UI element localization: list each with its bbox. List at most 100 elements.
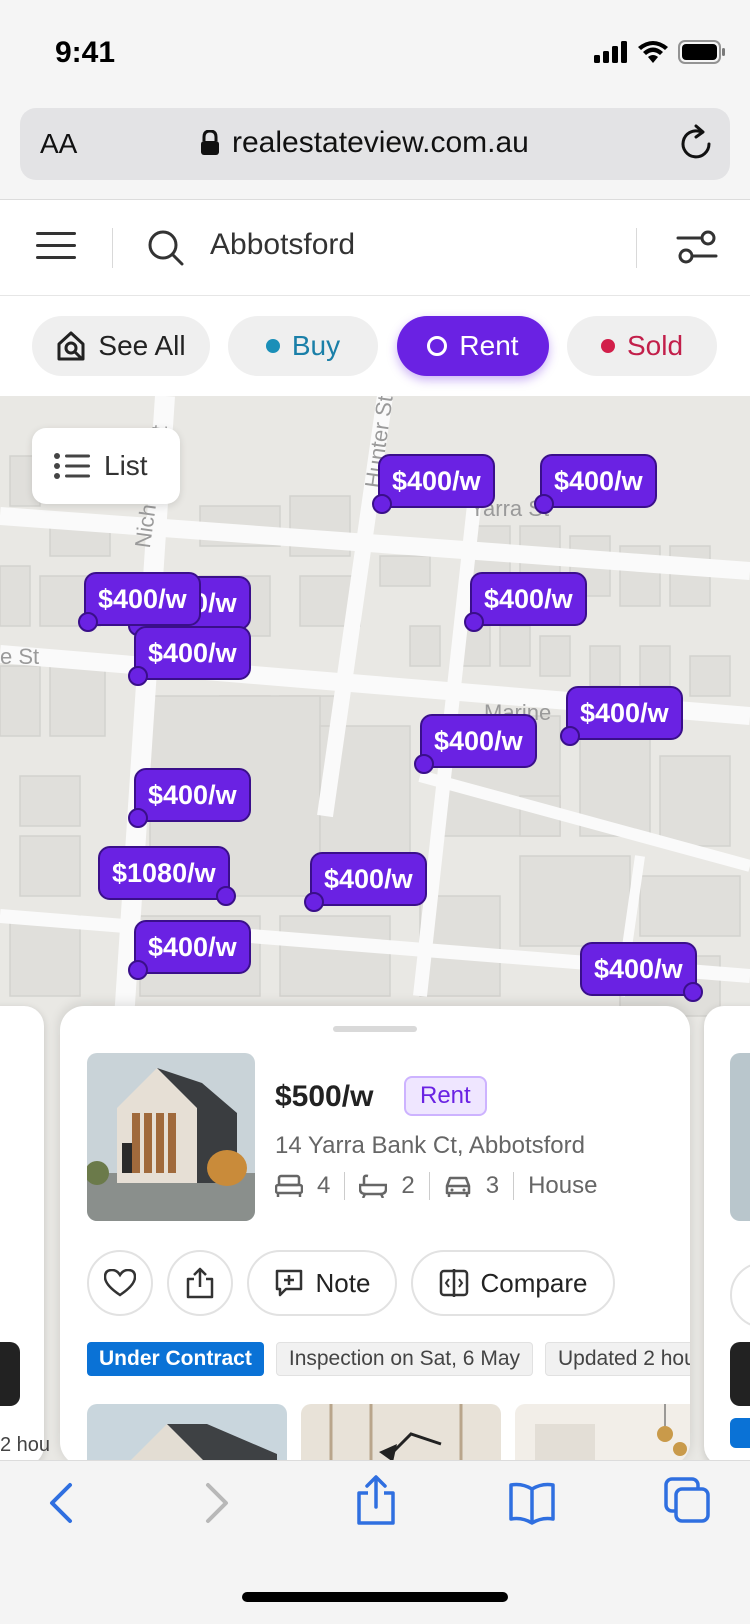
bath-icon (359, 1174, 388, 1198)
favorite-button[interactable] (87, 1250, 153, 1316)
sheet-grabber[interactable] (333, 1026, 417, 1032)
status-bar: 9:41 (0, 0, 750, 100)
listing-features: 4 2 3 House (275, 1172, 597, 1200)
listing-photo[interactable] (87, 1404, 287, 1466)
feature-separator (428, 1172, 430, 1200)
search-icon (148, 230, 184, 266)
buy-label: Buy (291, 330, 341, 361)
previous-listing-card[interactable]: 2 hou (0, 1006, 50, 1466)
listing-photo[interactable] (515, 1404, 690, 1466)
listing-photo-strip[interactable] (87, 1404, 690, 1466)
listing-card[interactable]: $500/w Rent 14 Yarra Bank Ct, Abbotsford… (60, 1006, 690, 1466)
price-pin[interactable]: $400/w (128, 768, 251, 828)
buy-dot (265, 339, 280, 353)
list-button-label: List (104, 450, 148, 481)
beds-count: 4 (317, 1172, 331, 1199)
listing-thumbnail[interactable] (87, 1053, 255, 1221)
price-pin[interactable]: $400/w (78, 572, 201, 632)
url-display[interactable]: realestateview.com.au (200, 126, 529, 160)
url-field[interactable]: AA realestateview.com.au (20, 108, 730, 180)
price-pin[interactable]: $400/w (560, 686, 683, 746)
signal-icon (594, 41, 627, 63)
next-card-badge (730, 1418, 750, 1448)
price-pin[interactable]: $400/w (128, 920, 251, 980)
sold-label: Sold (626, 330, 684, 361)
previous-card-text: 2 hou (0, 1434, 51, 1456)
see-all-chip[interactable]: See All (32, 316, 210, 376)
back-icon[interactable] (46, 1481, 76, 1525)
note-icon (275, 1269, 302, 1297)
price-pin[interactable]: $400/w (580, 942, 703, 1002)
bed-icon (275, 1174, 303, 1197)
rent-ring-icon (427, 336, 448, 356)
listing-type-badge: Rent (404, 1076, 487, 1116)
next-card-thumbnail (730, 1053, 750, 1221)
next-card-button (730, 1262, 750, 1328)
list-view-button[interactable]: List (32, 428, 180, 504)
price-pin[interactable]: $400/w (372, 454, 495, 514)
price-pin[interactable]: $400/w (128, 626, 251, 686)
next-card-tag (730, 1342, 750, 1406)
home-indicator (242, 1592, 508, 1602)
search-input[interactable]: Abbotsford (210, 228, 355, 262)
under-contract-tag: Under Contract (87, 1342, 264, 1376)
cars-count: 3 (485, 1172, 500, 1199)
buy-chip[interactable]: Buy (228, 316, 378, 376)
rent-label: Rent (459, 330, 519, 361)
browser-address-bar: AA realestateview.com.au (0, 100, 750, 200)
filter-icon[interactable] (676, 226, 718, 268)
bookmarks-icon[interactable] (508, 1481, 556, 1525)
tabs-icon[interactable] (664, 1477, 712, 1525)
previous-card-tag (0, 1342, 20, 1406)
heart-icon (104, 1269, 136, 1297)
status-icons (594, 40, 726, 64)
compare-icon (439, 1269, 468, 1297)
see-all-label: See All (98, 330, 186, 361)
note-label: Note (315, 1267, 371, 1298)
baths-count: 2 (401, 1172, 415, 1199)
forward-icon[interactable] (202, 1481, 232, 1525)
header-divider (112, 228, 113, 268)
rent-chip[interactable]: Rent (397, 316, 549, 376)
share-icon (186, 1267, 214, 1299)
list-icon (54, 453, 90, 479)
car-icon (445, 1176, 470, 1197)
share-button[interactable] (167, 1250, 233, 1316)
listing-mode-tabs: See All Buy Rent Sold (0, 296, 750, 396)
search-header: Abbotsford (0, 200, 750, 296)
price-pin[interactable]: $400/w (304, 852, 427, 912)
feature-separator (344, 1172, 346, 1200)
compare-label: Compare (480, 1267, 588, 1298)
price-pin[interactable]: $1080/w (98, 846, 236, 906)
price-pin[interactable]: $400/w (464, 572, 587, 632)
next-listing-card[interactable] (704, 1006, 750, 1466)
lock-icon (201, 130, 219, 155)
price-pin[interactable]: $400/w (414, 714, 537, 774)
property-type: House (528, 1172, 598, 1199)
house-search-icon (57, 331, 85, 361)
status-time: 9:41 (55, 36, 116, 69)
menu-icon[interactable] (36, 230, 76, 262)
listing-address: 14 Yarra Bank Ct, Abbotsford (275, 1132, 585, 1159)
feature-separator (513, 1172, 515, 1200)
share-sheet-icon[interactable] (354, 1475, 398, 1527)
listing-price: $500/w (275, 1080, 374, 1113)
updated-tag: Updated 2 hou (545, 1342, 690, 1376)
reload-icon[interactable] (676, 122, 716, 166)
inspection-tag: Inspection on Sat, 6 May (275, 1342, 533, 1376)
wifi-icon (638, 41, 668, 63)
street-label-e: e St (0, 644, 40, 669)
note-button[interactable]: Note (247, 1250, 397, 1316)
sold-chip[interactable]: Sold (567, 316, 717, 376)
listing-photo[interactable] (301, 1404, 501, 1466)
compare-button[interactable]: Compare (411, 1250, 615, 1316)
listing-actions: Note Compare (87, 1250, 615, 1316)
reader-text-size-button[interactable]: AA (40, 128, 77, 160)
header-divider (636, 228, 637, 268)
sold-dot (600, 339, 615, 353)
price-pin[interactable]: $400/w (534, 454, 657, 514)
listing-tags: Under Contract Inspection on Sat, 6 May … (87, 1342, 690, 1376)
battery-icon (678, 40, 725, 64)
url-text: realestateview.com.au (232, 126, 529, 159)
house-photo (87, 1053, 255, 1221)
